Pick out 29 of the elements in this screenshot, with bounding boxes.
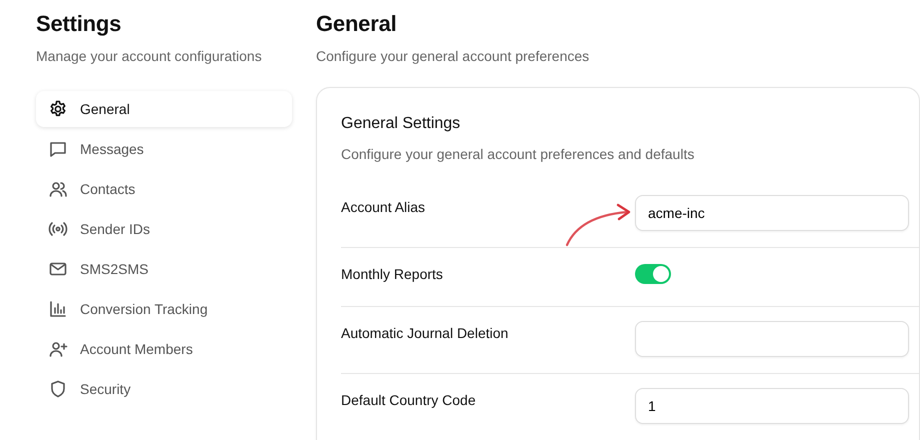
sidebar-title: Settings (36, 10, 122, 38)
sidebar-item[interactable]: General (36, 91, 292, 127)
sidebar-item[interactable]: Sender IDs (36, 211, 292, 247)
sidebar-item[interactable]: Contacts (36, 171, 292, 207)
page-subtitle: Configure your general account preferences (316, 47, 590, 66)
gear-icon (48, 99, 68, 119)
setting-label: Monthly Reports (341, 265, 444, 284)
input-field[interactable]: acme-inc (635, 195, 909, 231)
setting-label: Automatic Journal Deletion (341, 324, 510, 343)
broadcast-icon (48, 219, 68, 239)
users-icon (48, 179, 68, 199)
card-subtitle: Configure your general account preferences and defaults (341, 145, 696, 164)
input-field[interactable]: 1 (635, 388, 909, 424)
sidebar-item[interactable]: SMS2SMS (36, 251, 292, 287)
user-plus-icon (48, 339, 68, 359)
card-title: General Settings (341, 114, 462, 134)
bar-chart-icon (48, 299, 68, 319)
setting-label: Account Alias (341, 198, 426, 217)
sidebar-item[interactable]: Messages (36, 131, 292, 167)
shield-icon (48, 379, 68, 399)
input-field[interactable] (635, 321, 909, 357)
toggle-switch[interactable] (635, 264, 671, 284)
sidebar-item[interactable]: Account Members (36, 331, 292, 367)
sidebar-item[interactable]: Security (36, 371, 292, 407)
page-title: General (316, 10, 398, 38)
sidebar-item[interactable]: Conversion Tracking (36, 291, 292, 327)
sidebar-subtitle: Manage your account configurations (36, 47, 263, 66)
message-icon (48, 139, 68, 159)
setting-label: Default Country Code (341, 391, 477, 410)
